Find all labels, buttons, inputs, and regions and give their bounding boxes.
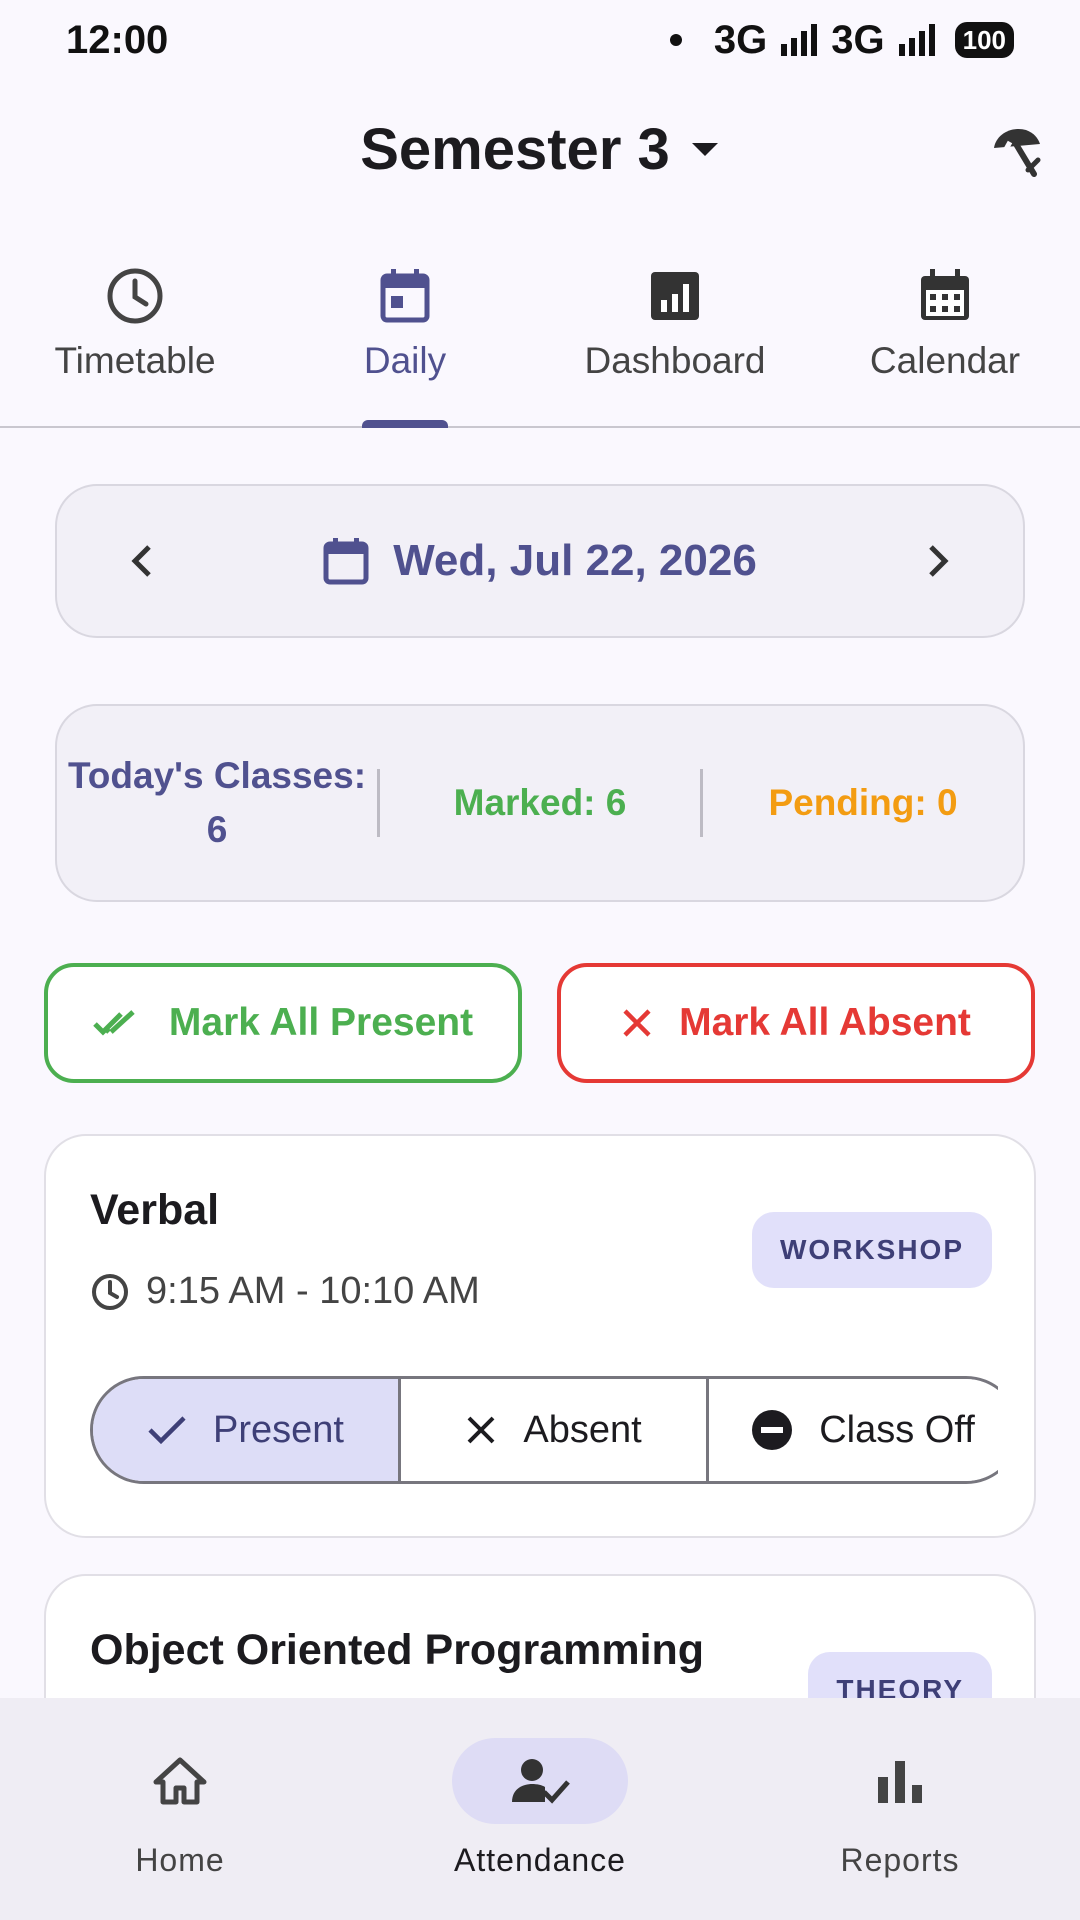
status-indicators: 3G 3G 100: [669, 17, 1014, 63]
tab-label: Daily: [363, 340, 447, 381]
home-icon: [153, 1757, 207, 1805]
semester-selector[interactable]: Semester 3: [0, 116, 1080, 183]
tab-bar: Timetable Daily Dashboard Calendar: [0, 256, 1080, 428]
calendar-today-icon: [380, 269, 430, 323]
nav-reports[interactable]: Reports: [720, 1738, 1080, 1879]
pending-count: Pending: 0: [768, 782, 958, 823]
absent-label: Absent: [523, 1408, 642, 1451]
class-off-option[interactable]: Class Off: [709, 1379, 998, 1481]
mark-all-present-button[interactable]: Mark All Present: [44, 963, 522, 1083]
tab-label: Calendar: [869, 340, 1021, 381]
semester-title: Semester 3: [360, 117, 670, 182]
mark-all-absent-label: Mark All Absent: [679, 1001, 971, 1044]
nav-home[interactable]: Home: [0, 1738, 360, 1879]
present-label: Present: [213, 1408, 344, 1451]
done-all-icon: [93, 1010, 135, 1036]
date-selector: Wed, Jul 22, 2026: [55, 484, 1025, 638]
attendance-summary: Today's Classes: 6 Marked: 6 Pending: 0: [55, 704, 1025, 902]
bar-chart-icon: [651, 272, 699, 320]
tab-calendar[interactable]: Calendar: [810, 256, 1080, 426]
check-icon: [148, 1416, 186, 1445]
network-type-1: 3G: [713, 17, 768, 62]
do-not-disturb-icon: [752, 1410, 793, 1450]
notification-dot-icon: [669, 34, 682, 46]
tab-label: Timetable: [54, 340, 216, 381]
signal-icon: [898, 24, 935, 56]
class-type-badge: WORKSHOP: [752, 1212, 992, 1288]
attendance-status-selector: Present Absent Class Off: [90, 1376, 998, 1484]
clock-icon: [107, 268, 163, 324]
top-app-bar: Semester 3: [0, 96, 1080, 206]
bar-chart-icon: [878, 1761, 922, 1803]
mark-all-absent-button[interactable]: Mark All Absent: [557, 963, 1035, 1083]
nav-active-indicator: [452, 1738, 628, 1824]
todays-classes-count: Today's Classes: 6: [57, 749, 377, 857]
umbrella-off-icon: [994, 128, 1041, 177]
class-time-text: 9:15 AM - 10:10 AM: [146, 1270, 480, 1312]
present-option[interactable]: Present: [93, 1379, 401, 1481]
status-time: 12:00: [66, 17, 169, 62]
bottom-navigation: Home Attendance Reports: [0, 1698, 1080, 1920]
attendance-icon: [512, 1759, 570, 1804]
calendar-month-icon: [921, 269, 969, 320]
close-icon: [467, 1416, 495, 1444]
tab-dashboard[interactable]: Dashboard: [540, 256, 810, 426]
arrow-drop-down-icon: [691, 142, 718, 156]
tab-indicator: [362, 420, 448, 428]
tab-timetable[interactable]: Timetable: [0, 256, 270, 426]
chevron-left-icon[interactable]: [127, 541, 157, 581]
close-icon: [623, 1009, 651, 1037]
class-name: Verbal: [90, 1186, 220, 1234]
marked-count: Marked: 6: [453, 782, 627, 823]
class-off-label: Class Off: [819, 1408, 975, 1451]
class-time: 9:15 AM - 10:10 AM: [90, 1270, 480, 1313]
chevron-right-icon[interactable]: [923, 541, 953, 581]
selected-date: Wed, Jul 22, 2026: [393, 536, 757, 585]
nav-label: Home: [135, 1842, 225, 1878]
mark-all-present-label: Mark All Present: [168, 1001, 474, 1044]
calendar-icon: [323, 538, 369, 585]
battery-icon: 100: [954, 22, 1014, 58]
todays-classes-label: Today's Classes:: [67, 755, 367, 796]
todays-classes-value: 6: [206, 809, 228, 850]
umbrella-off-button[interactable]: [988, 124, 1044, 180]
tab-daily[interactable]: Daily: [270, 256, 540, 426]
tab-label: Dashboard: [584, 340, 766, 381]
nav-label: Reports: [840, 1842, 960, 1878]
clock-icon: [92, 1273, 128, 1310]
nav-attendance[interactable]: Attendance: [360, 1738, 720, 1879]
class-name: Object Oriented Programming: [90, 1626, 705, 1674]
status-bar: 12:00 3G 3G 100: [0, 0, 1080, 80]
nav-label: Attendance: [454, 1842, 626, 1878]
signal-icon: [781, 24, 818, 56]
absent-option[interactable]: Absent: [401, 1379, 709, 1481]
class-card: Verbal WORKSHOP 9:15 AM - 10:10 AM Prese…: [44, 1134, 1036, 1538]
network-type-2: 3G: [831, 17, 885, 62]
date-display[interactable]: Wed, Jul 22, 2026: [323, 536, 757, 586]
